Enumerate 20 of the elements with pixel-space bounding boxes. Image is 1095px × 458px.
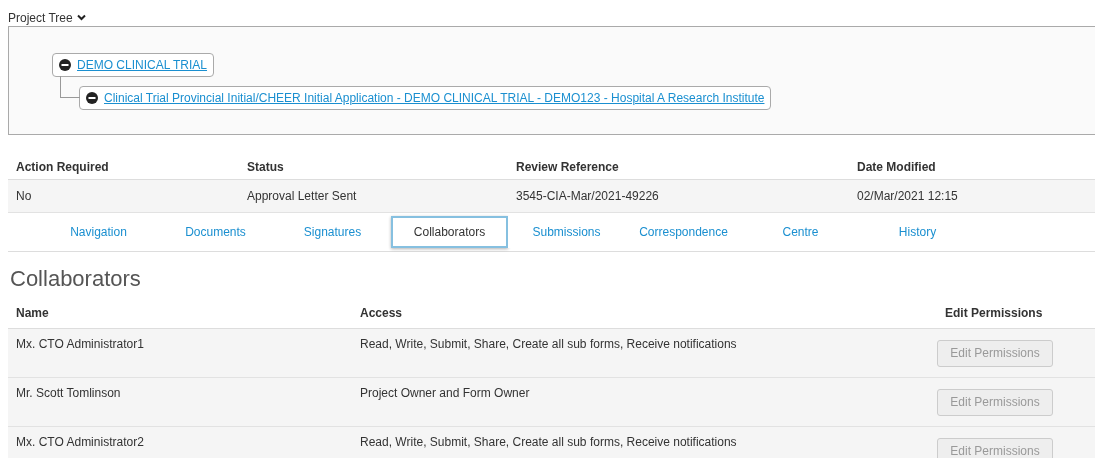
tab[interactable]: Collaborators (391, 216, 508, 248)
section-title: Collaborators (10, 266, 142, 292)
table-cell: Approval Letter Sent (239, 180, 508, 213)
project-link[interactable]: Clinical Trial Provincial Initial/CHEER Initial Application - DEMO CLINICAL TRIAL - DEMO123 - Hospital A Research Institute (104, 91, 765, 105)
tree-node[interactable]: DEMO CLINICAL TRIAL (52, 53, 215, 77)
tree-node[interactable]: Clinical Trial Provincial Initial/CHEER Initial Application - DEMO CLINICAL TRIAL - DEMO123 - Hospital A Research Institute (79, 86, 772, 110)
table-cell: Project Owner and Form Owner (352, 378, 937, 427)
table-cell: 3545-CIA-Mar/2021-49226 (508, 180, 849, 213)
table-cell: 02/Mar/2021 12:15 (849, 180, 1095, 213)
chevron-icon[interactable] (76, 14, 86, 21)
section-label: Project Tree (8, 10, 73, 25)
table-cell: Mx. CTO Administrator1 (8, 329, 352, 378)
table-cell: No (8, 180, 239, 213)
project-link[interactable]: DEMO CLINICAL TRIAL (77, 58, 208, 72)
table-cell: Mx. CTO Administrator2 (8, 427, 352, 458)
collapse-icon[interactable] (59, 59, 71, 71)
table-cell: Mr. Scott Tomlinson (8, 378, 352, 427)
collapse-icon[interactable] (86, 92, 98, 104)
table-cell: Read, Write, Submit, Share, Create all sub forms, Receive notifications (352, 427, 937, 458)
table-cell: Read, Write, Submit, Share, Create all sub forms, Receive notifications (352, 329, 937, 378)
